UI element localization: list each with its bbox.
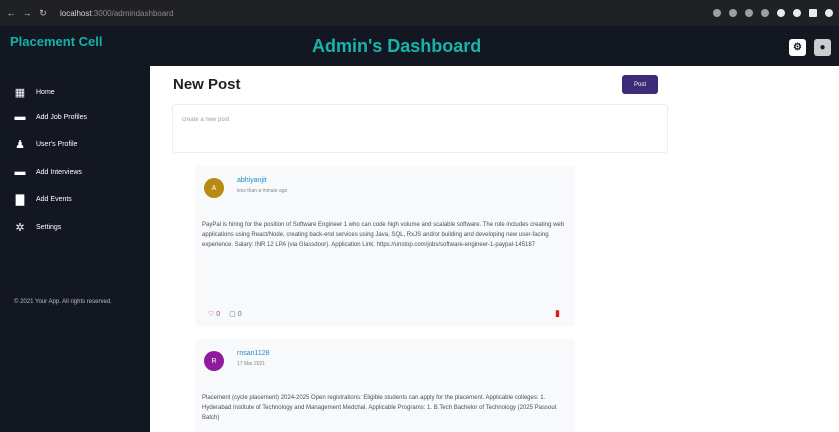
calendar-icon: ▇ <box>15 194 25 206</box>
post-button[interactable]: Post <box>622 75 658 94</box>
browser-actions <box>713 9 833 17</box>
post-actions: ♡ 0 ▢ 0 <box>208 310 242 318</box>
sidebar-item-home[interactable]: ▦ Home <box>14 86 55 99</box>
sidebar-item-add-interviews[interactable]: ▬ Add Interviews <box>14 166 82 178</box>
trash-icon: ▮ <box>555 308 560 318</box>
post-body: Placement (cycle placement) 2024-2025 Op… <box>202 395 557 421</box>
menu-icon[interactable] <box>825 9 833 17</box>
app-header: Placement Cell Admin's Dashboard ⚙ ● <box>0 26 839 66</box>
comment-icon: ▢ <box>229 311 236 318</box>
key-icon[interactable] <box>713 9 721 17</box>
address-bar[interactable]: localhost:3000/admindashboard <box>60 9 173 18</box>
home-icon: ▦ <box>14 87 26 99</box>
sidebar-item-users-profile[interactable]: ♟ User's Profile <box>14 138 77 151</box>
comment-count: 0 <box>237 311 242 318</box>
profile-icon[interactable] <box>793 9 801 17</box>
page-title: Admin's Dashboard <box>312 36 482 56</box>
post-timestamp: less than a minute ago <box>237 188 288 194</box>
settings-button[interactable]: ⚙ <box>789 39 806 56</box>
gear-icon: ✲ <box>15 222 25 234</box>
post-username[interactable]: rnsan1128 <box>237 350 270 357</box>
delete-post-button[interactable]: ▮ <box>555 308 560 319</box>
post-card: R rnsan1128 17 Mar 2021 Placement (cycle… <box>195 339 575 432</box>
avatar[interactable]: R <box>204 351 224 371</box>
url-path: :3000/admindashboard <box>91 8 174 18</box>
avatar[interactable]: A <box>204 178 224 198</box>
post-header: A abhiyanjit less than a minute ago <box>195 166 575 212</box>
brand-logo[interactable]: Placement Cell <box>10 34 103 49</box>
forward-icon[interactable]: → <box>22 8 32 18</box>
new-post-heading: New Post <box>173 76 241 93</box>
user-icon: ♟ <box>15 139 25 151</box>
post-header: R rnsan1128 17 Mar 2021 <box>195 339 575 385</box>
sidebar-item-label: Add Interviews <box>36 168 82 176</box>
share-icon[interactable] <box>745 9 753 17</box>
new-post-input[interactable]: create a new post <box>172 104 668 153</box>
user-icon: ● <box>819 42 826 53</box>
sidebar-item-label: Settings <box>36 224 62 231</box>
zoom-icon[interactable] <box>729 9 737 17</box>
sidebar-item-label: Add Events <box>36 196 72 203</box>
car-icon: ▬ <box>14 111 26 123</box>
like-button[interactable]: ♡ 0 <box>208 310 220 318</box>
sidebar-item-add-events[interactable]: ▇ Add Events <box>14 193 72 206</box>
star-icon[interactable] <box>761 9 769 17</box>
sidebar: ▦ Home ▬ Add Job Profiles ♟ User's Profi… <box>0 66 150 432</box>
screen: ← → ↻ localhost:3000/admindashboard Plac… <box>0 0 839 432</box>
comment-button[interactable]: ▢ 0 <box>229 310 241 318</box>
car-icon: ▬ <box>14 166 26 178</box>
sidebar-item-label: Home <box>36 89 55 96</box>
url-host: localhost <box>60 8 92 18</box>
sidebar-footer: © 2021 Your App. All rights reserved. <box>14 299 112 305</box>
extension-icon[interactable] <box>777 9 785 17</box>
main-content: New Post Post create a new post A abhiya… <box>150 66 839 432</box>
post-card: A abhiyanjit less than a minute ago PayP… <box>195 166 575 326</box>
sidebar-item-add-job-profiles[interactable]: ▬ Add Job Profiles <box>14 111 87 123</box>
back-icon[interactable]: ← <box>6 8 16 18</box>
reload-icon[interactable]: ↻ <box>38 8 48 19</box>
heart-icon: ♡ <box>208 311 215 318</box>
sidebar-item-label: Add Job Profiles <box>36 113 87 121</box>
post-timestamp: 17 Mar 2021 <box>237 361 266 367</box>
window-icon[interactable] <box>809 9 817 17</box>
browser-toolbar: ← → ↻ localhost:3000/admindashboard <box>0 0 839 26</box>
like-count: 0 <box>216 311 221 318</box>
sidebar-item-label: User's Profile <box>36 141 78 148</box>
post-body: PayPal is hiring for the position of Sof… <box>202 222 565 248</box>
post-username[interactable]: abhiyanjit <box>237 177 267 184</box>
sidebar-item-settings[interactable]: ✲ Settings <box>14 221 61 234</box>
avatar-button[interactable]: ● <box>814 39 831 56</box>
gear-icon: ⚙ <box>793 42 802 53</box>
